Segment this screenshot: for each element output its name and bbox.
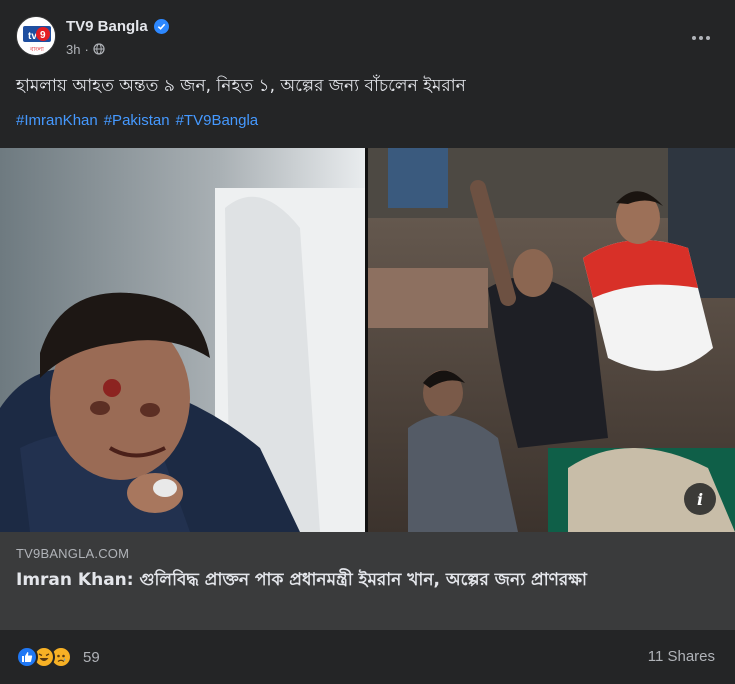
verified-badge-icon	[153, 18, 169, 34]
info-icon[interactable]: i	[684, 483, 716, 515]
more-dot-icon	[699, 36, 703, 40]
hashtag-link[interactable]: #TV9Bangla	[176, 110, 259, 132]
hashtag-list: #ImranKhan #Pakistan #TV9Bangla	[16, 110, 258, 132]
post-timestamp[interactable]: 3h	[66, 42, 80, 57]
link-preview-image[interactable]: i	[0, 148, 735, 532]
svg-text:9: 9	[40, 30, 46, 41]
hashtag-link[interactable]: #ImranKhan	[16, 110, 98, 132]
meta-separator: ·	[84, 41, 89, 57]
more-options-button[interactable]	[683, 20, 719, 56]
globe-icon[interactable]	[93, 43, 105, 55]
link-domain: TV9BANGLA.COM	[16, 546, 130, 561]
tv9-logo-icon: tv 9 বাংলা	[17, 17, 55, 55]
logo-subtext: বাংলা	[29, 46, 44, 53]
page-avatar[interactable]: tv 9 বাংলা	[16, 16, 56, 56]
more-dot-icon	[692, 36, 696, 40]
hashtag-link[interactable]: #Pakistan	[104, 110, 170, 132]
more-dot-icon	[706, 36, 710, 40]
photo-imran-khan	[0, 148, 365, 532]
reaction-count: 59	[83, 648, 100, 666]
post-text: হামলায় আহত অন্তত ৯ জন, নিহত ১, অল্পের জ…	[16, 76, 466, 96]
page-name-row: TV9 Bangla	[66, 16, 169, 36]
link-preview-footer[interactable]: TV9BANGLA.COM Imran Khan: গুলিবিদ্ধ প্রা…	[0, 532, 735, 630]
like-reaction-icon	[16, 646, 38, 668]
shares-count[interactable]: 11 Shares	[648, 648, 715, 665]
post-card: tv 9 বাংলা TV9 Bangla 3h · হামলায় আহত অ…	[0, 0, 735, 684]
page-name[interactable]: TV9 Bangla	[66, 18, 148, 35]
reaction-summary[interactable]: 59	[16, 646, 100, 668]
link-title[interactable]: Imran Khan: গুলিবিদ্ধ প্রাক্তন পাক প্রধা…	[16, 568, 716, 592]
svg-text:tv: tv	[28, 31, 37, 42]
photo-attack-scene	[368, 148, 735, 532]
post-meta: 3h ·	[66, 40, 105, 58]
